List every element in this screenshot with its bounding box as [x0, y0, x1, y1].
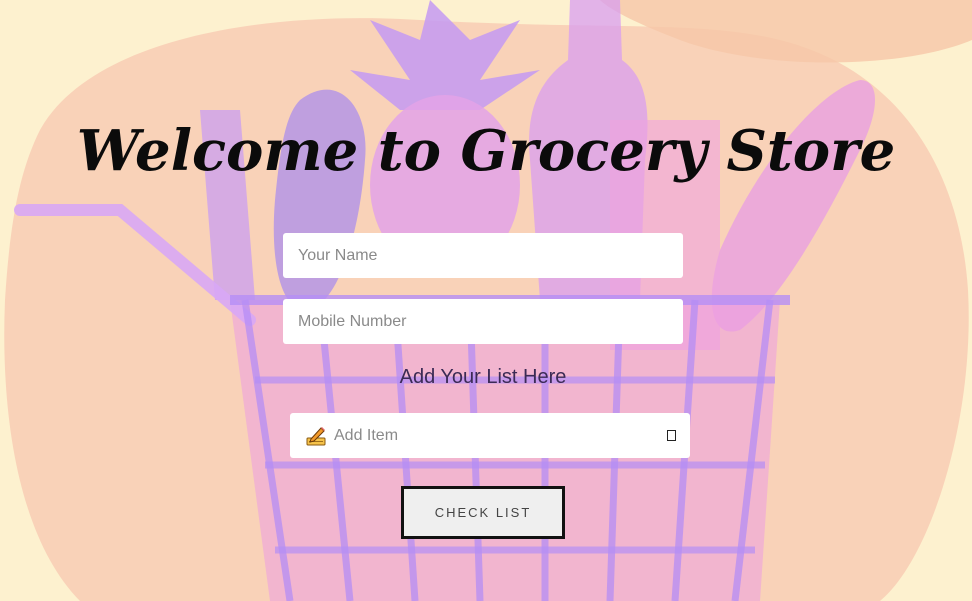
login-form-area: Welcome to Grocery Store Add Your List H… — [0, 0, 972, 601]
add-item-input[interactable] — [330, 413, 650, 458]
mobile-number-input[interactable] — [283, 299, 683, 344]
pencil-writing-icon — [306, 427, 326, 446]
name-input[interactable] — [283, 233, 683, 278]
check-list-button[interactable]: CHECK LIST — [401, 486, 565, 539]
add-box-icon[interactable] — [667, 430, 676, 441]
add-item-row — [290, 413, 690, 458]
list-heading: Add Your List Here — [399, 366, 567, 388]
page-title: Welcome to Grocery Store — [76, 118, 896, 184]
